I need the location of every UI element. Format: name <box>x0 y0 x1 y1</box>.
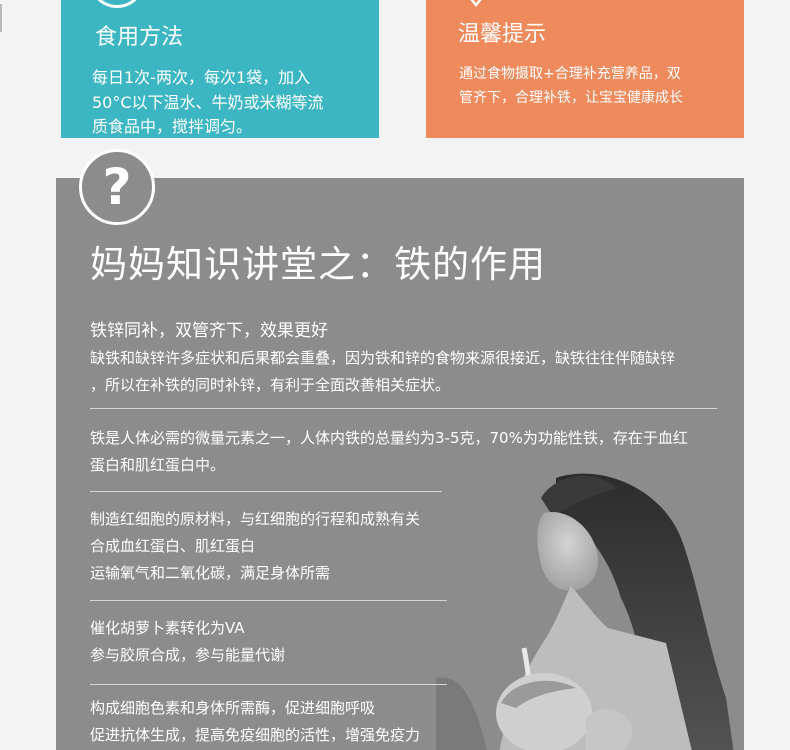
divider <box>90 491 442 492</box>
usage-title: 食用方法 <box>95 25 184 50</box>
divider <box>90 684 447 685</box>
section-line: 构成细胞色素和身体所需酶，促进细胞呼吸 <box>90 699 376 717</box>
tips-text: 通过食物摄取+合理补充营养品，双 管齐下，合理补铁，让宝宝健康成长 <box>459 62 683 110</box>
usage-text: 每日1次-两次，每次1袋，加入 50°C以下温水、牛奶或米糊等流 质食品中，搅拌… <box>92 66 324 138</box>
section-immunity: 构成细胞色素和身体所需酶，促进细胞呼吸 促进抗体生成，提高免疫细胞的活性，增强免… <box>90 695 420 749</box>
section-line: 合成血红蛋白、肌红蛋白 <box>90 537 256 555</box>
question-mark-icon: ? <box>79 149 155 225</box>
usage-line: 质食品中，搅拌调匀。 <box>92 117 253 136</box>
tips-line: 通过食物摄取+合理补充营养品，双 <box>459 66 681 82</box>
usage-card: 食用方法 每日1次-两次，每次1袋，加入 50°C以下温水、牛奶或米糊等流 质食… <box>61 0 379 138</box>
section-metabolism: 催化胡萝卜素转化为VA 参与胶原合成，参与能量代谢 <box>90 615 285 669</box>
divider <box>90 600 447 601</box>
section-iron-zinc: 铁锌同补，双管齐下，效果更好 缺铁和缺锌许多症状和后果都会重叠，因为铁和锌的食物… <box>90 317 675 399</box>
section-line: 制造红细胞的原材料，与红细胞的行程和成熟有关 <box>90 510 421 528</box>
tips-icon <box>470 0 482 7</box>
edge-divider <box>0 4 2 32</box>
section-line: 参与胶原合成，参与能量代谢 <box>90 646 286 664</box>
section-line: 铁是人体必需的微量元素之一，人体内铁的总量约为3-5克，70%为功能性铁，存在于… <box>90 429 688 447</box>
section-line: 缺铁和缺锌许多症状和后果都会重叠，因为铁和锌的食物来源很接近，缺铁往往伴随缺锌 <box>90 349 676 367</box>
section-line: 运输氧气和二氧化碳，满足身体所需 <box>90 564 331 582</box>
section-heading: 铁锌同补，双管齐下，效果更好 <box>90 321 328 341</box>
section-iron-intro: 铁是人体必需的微量元素之一，人体内铁的总量约为3-5克，70%为功能性铁，存在于… <box>90 425 688 479</box>
knowledge-panel: 妈妈知识讲堂之：铁的作用 铁锌同补，双管齐下，效果更好 缺铁和缺锌许多症状和后果… <box>56 178 744 750</box>
section-line: 促进抗体生成，提高免疫细胞的活性，增强免疫力 <box>90 726 421 744</box>
divider <box>90 408 717 409</box>
tips-title: 温馨提示 <box>458 22 547 47</box>
knowledge-title: 妈妈知识讲堂之：铁的作用 <box>90 243 546 286</box>
tips-line: 管齐下，合理补铁，让宝宝健康成长 <box>459 90 683 106</box>
section-line: 催化胡萝卜素转化为VA <box>90 619 245 637</box>
section-line: ，所以在补铁的同时补锌，有利于全面改善相关症状。 <box>90 376 451 394</box>
section-line: 蛋白和肌红蛋白中。 <box>90 456 226 474</box>
usage-line: 50°C以下温水、牛奶或米糊等流 <box>92 92 324 112</box>
usage-line: 每日1次-两次，每次1袋，加入 <box>92 68 311 87</box>
mother-baby-photo <box>436 473 734 750</box>
usage-icon <box>89 0 145 8</box>
section-red-cells: 制造红细胞的原材料，与红细胞的行程和成熟有关 合成血红蛋白、肌红蛋白 运输氧气和… <box>90 506 420 587</box>
tips-card: 温馨提示 通过食物摄取+合理补充营养品，双 管齐下，合理补铁，让宝宝健康成长 <box>426 0 744 138</box>
